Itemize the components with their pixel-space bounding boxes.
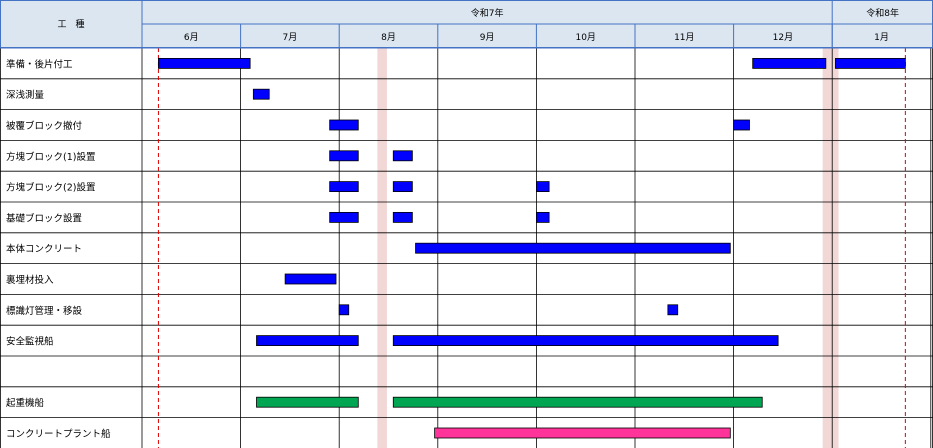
gantt-chart: 工 種 令和7年 令和8年 6月 7月 8月 9月 10月 11月 12月 1月 準備・後片付工深浅… (0, 0, 933, 448)
schedule-bar (392, 335, 779, 347)
schedule-bar (392, 396, 763, 408)
schedule-bar (158, 58, 251, 69)
task-label: 標識灯管理・移設 (6, 305, 83, 317)
schedule-bar (733, 119, 750, 131)
task-label: コンクリートプラント船 (6, 428, 111, 440)
holiday-band-2 (822, 48, 839, 448)
schedule-bar (329, 150, 359, 162)
schedule-bar (834, 58, 906, 69)
month-label: 8月 (381, 32, 396, 43)
schedule-bar (329, 119, 359, 131)
schedule-bar (752, 58, 827, 69)
task-label: 基礎ブロック設置 (6, 212, 82, 224)
task-label: 本体コンクリート (6, 243, 82, 255)
schedule-bar (329, 181, 359, 193)
schedule-bar (256, 335, 359, 347)
schedule-bar (252, 88, 270, 100)
schedule-bar (667, 304, 679, 316)
task-label: 深浅測量 (6, 89, 45, 101)
month-label: 12月 (773, 32, 793, 43)
task-label: 準備・後片付工 (6, 58, 73, 70)
month-label: 11月 (674, 32, 694, 43)
task-label: 安全監視船 (6, 336, 54, 348)
task-label: 方塊ブロック(2)設置 (6, 182, 95, 194)
schedule-bar (392, 150, 413, 162)
schedule-bar (284, 273, 337, 285)
schedule-bar (338, 304, 350, 316)
schedule-bar (536, 181, 550, 193)
month-label: 1月 (874, 32, 889, 43)
task-label: 起重機船 (6, 397, 45, 409)
schedule-bar (536, 211, 550, 223)
month-label: 10月 (575, 32, 595, 43)
month-label: 7月 (283, 32, 298, 43)
schedule-bar (392, 181, 413, 193)
task-label: 被覆ブロック撤付 (6, 120, 83, 132)
year-label-2: 令和8年 (866, 7, 899, 19)
work-type-header: 工 種 (57, 19, 84, 30)
schedule-bar (415, 242, 731, 254)
schedule-bar (392, 211, 413, 223)
year-label-1: 令和7年 (471, 7, 504, 19)
schedule-bar (329, 211, 359, 223)
task-label: 裏埋材投入 (6, 274, 54, 286)
holiday-band-1 (377, 48, 387, 448)
schedule-bar (256, 396, 359, 408)
month-label: 6月 (184, 32, 199, 43)
month-label: 9月 (480, 32, 495, 43)
schedule-bar (434, 427, 731, 439)
task-label: 方塊ブロック(1)設置 (6, 151, 95, 163)
